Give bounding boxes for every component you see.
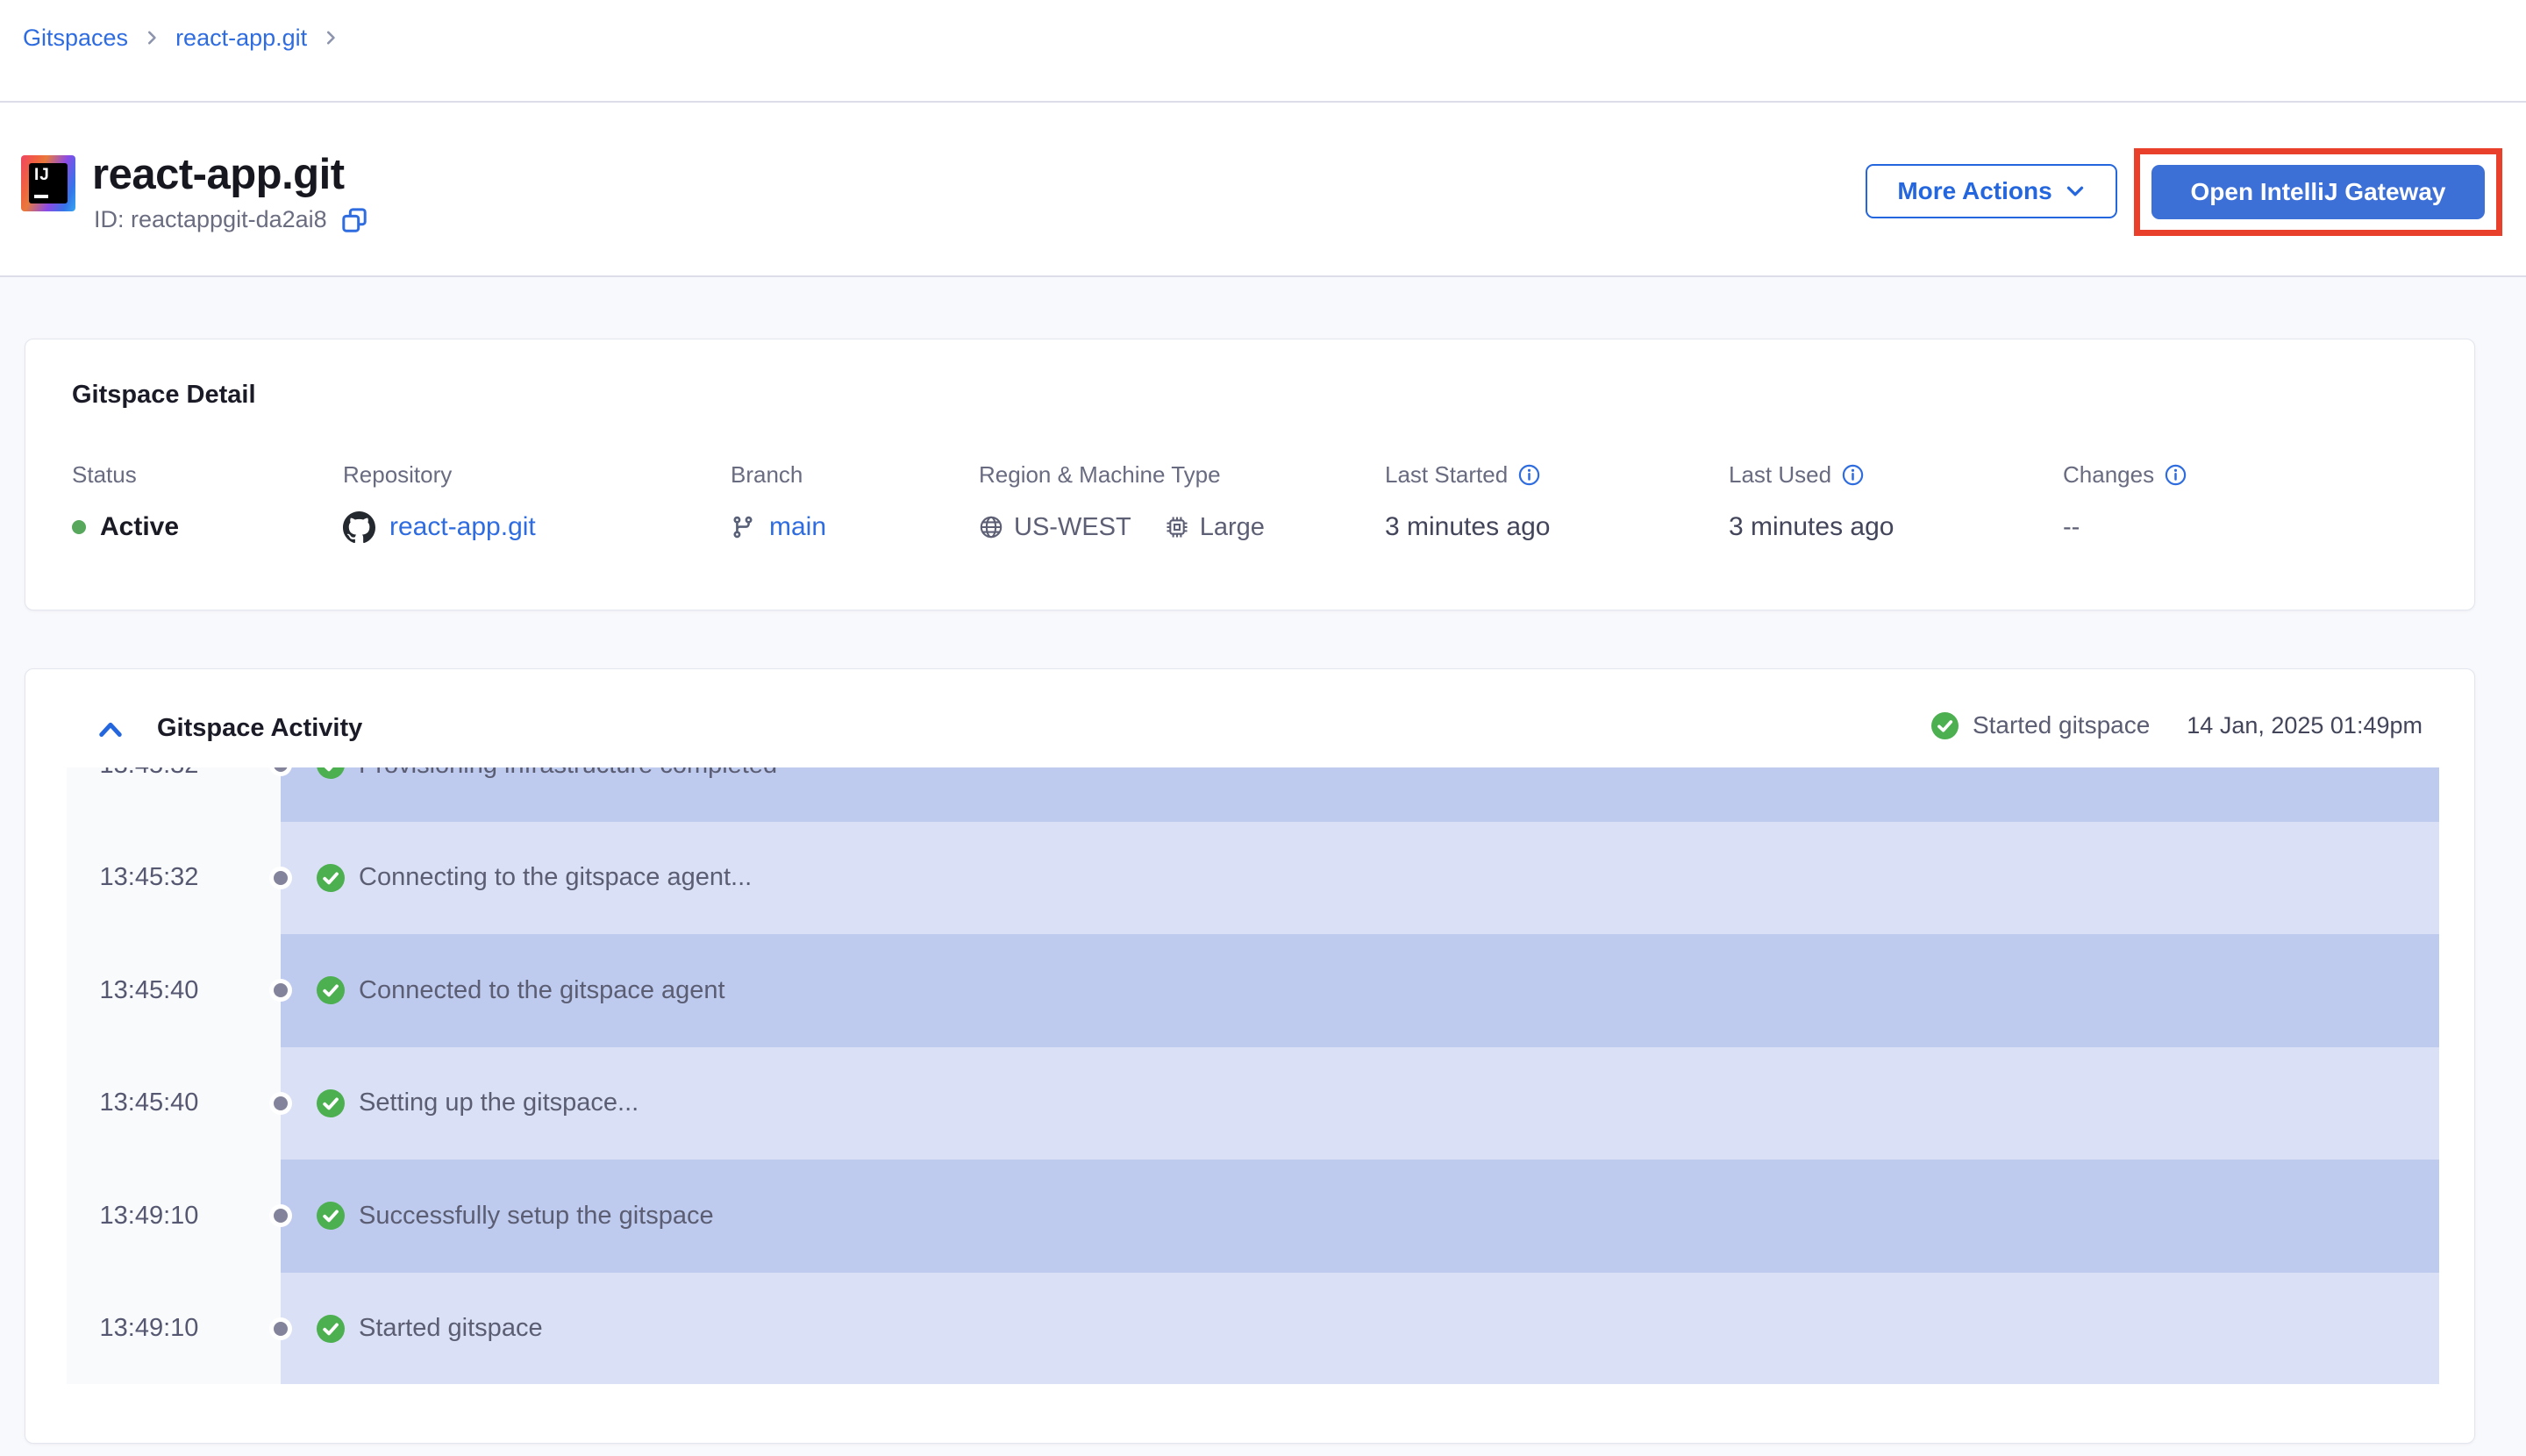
log-row: 13:49:10 Started gitspace — [67, 1273, 2439, 1385]
activity-log-viewport[interactable]: 13:45:32 Provisioning infrastructure com… — [67, 767, 2439, 1384]
changes-value: -- — [2063, 513, 2080, 542]
field-last-started: Last Started 3 minutes ago — [1385, 461, 1540, 489]
breadcrumb-link-react-app[interactable]: react-app.git — [175, 25, 307, 52]
info-icon[interactable] — [1518, 464, 1540, 486]
field-region-machine: Region & Machine Type US-WEST — [979, 461, 1221, 489]
activity-badge-time: 14 Jan, 2025 01:49pm — [2187, 712, 2423, 739]
field-changes: Changes -- — [2063, 461, 2187, 489]
log-row: 13:45:32 Connecting to the gitspace agen… — [67, 822, 2439, 935]
page-title: react-app.git — [92, 152, 345, 199]
detail-card-title: Gitspace Detail — [72, 381, 256, 410]
git-branch-icon — [731, 515, 755, 539]
log-text: Setting up the gitspace... — [359, 1088, 639, 1117]
check-circle-icon — [317, 976, 345, 1004]
open-intellij-gateway-button[interactable]: Open IntelliJ Gateway — [2151, 165, 2485, 219]
info-icon[interactable] — [1842, 464, 1864, 486]
gitspace-detail-card: Gitspace Detail Status Active Repository… — [25, 339, 2475, 610]
status-dot-icon — [72, 520, 86, 534]
copy-icon[interactable] — [341, 207, 367, 233]
chevron-up-icon[interactable] — [97, 717, 127, 740]
annotation-highlight-box: Open IntelliJ Gateway — [2134, 148, 2502, 236]
last-used-value: 3 minutes ago — [1729, 512, 1894, 542]
log-text: Successfully setup the gitspace — [359, 1202, 714, 1231]
cpu-icon — [1165, 515, 1189, 539]
intellij-logo-inner: IJ — [29, 163, 68, 203]
log-row: 13:45:40 Connected to the gitspace agent — [67, 934, 2439, 1047]
log-time: 13:45:32 — [100, 767, 199, 780]
log-time: 13:49:10 — [100, 1314, 199, 1343]
activity-log-content: 13:45:32 Provisioning infrastructure com… — [67, 767, 2439, 1384]
field-repository: Repository react-app.git — [343, 461, 452, 489]
status-value: Active — [100, 512, 179, 542]
log-row: 13:45:40 Setting up the gitspace... — [67, 1047, 2439, 1160]
region-machine-label: Region & Machine Type — [979, 461, 1221, 489]
breadcrumb-link-gitspaces[interactable]: Gitspaces — [23, 25, 128, 52]
chevron-down-icon — [2065, 181, 2086, 202]
info-icon[interactable] — [2165, 464, 2187, 486]
field-last-used: Last Used 3 minutes ago — [1729, 461, 1864, 489]
log-text: Started gitspace — [359, 1314, 543, 1343]
log-time: 13:49:10 — [100, 1202, 199, 1231]
gitspace-activity-card: Gitspace Activity Started gitspace 14 Ja… — [25, 668, 2475, 1444]
log-text: Connected to the gitspace agent — [359, 976, 725, 1005]
branch-link[interactable]: main — [769, 512, 826, 542]
more-actions-button[interactable]: More Actions — [1866, 164, 2117, 218]
activity-card-title: Gitspace Activity — [157, 714, 362, 743]
intellij-logo-icon: IJ — [21, 155, 75, 211]
last-started-value: 3 minutes ago — [1385, 512, 1550, 542]
timeline-dot-icon — [274, 1322, 288, 1336]
log-row: 13:45:32 Provisioning infrastructure com… — [67, 767, 2439, 822]
timeline-dot-icon — [274, 871, 288, 885]
machine-type-group: Large — [1165, 513, 1265, 542]
branch-label: Branch — [731, 461, 803, 489]
page-header: IJ react-app.git ID: reactappgit-da2ai8 … — [0, 103, 2526, 277]
intellij-logo-letters: IJ — [34, 166, 50, 185]
chevron-right-icon — [142, 28, 161, 47]
machine-value: Large — [1200, 513, 1265, 542]
region-value: US-WEST — [1014, 513, 1131, 542]
activity-badge-text: Started gitspace — [1973, 711, 2150, 739]
log-row: 13:49:10 Successfully setup the gitspace — [67, 1160, 2439, 1273]
log-text: Provisioning infrastructure completed — [359, 767, 777, 780]
field-branch: Branch main — [731, 461, 803, 489]
changes-label: Changes — [2063, 461, 2154, 489]
check-circle-icon — [317, 1315, 345, 1343]
status-label: Status — [72, 461, 137, 489]
log-time: 13:45:40 — [100, 1088, 199, 1117]
gitspace-id-text: ID: reactappgit-da2ai8 — [94, 206, 327, 233]
repository-label: Repository — [343, 461, 452, 489]
log-text: Connecting to the gitspace agent... — [359, 863, 752, 892]
top-bar: Gitspaces react-app.git — [0, 0, 2526, 103]
last-started-label: Last Started — [1385, 461, 1508, 489]
more-actions-label: More Actions — [1897, 177, 2051, 205]
breadcrumb: Gitspaces react-app.git — [23, 11, 340, 65]
check-circle-icon — [1931, 712, 1959, 739]
globe-icon — [979, 515, 1003, 539]
last-used-label: Last Used — [1729, 461, 1831, 489]
log-time: 13:45:40 — [100, 976, 199, 1005]
check-circle-icon — [317, 767, 345, 779]
activity-status-badge: Started gitspace 14 Jan, 2025 01:49pm — [1931, 711, 2423, 739]
intellij-logo-bar — [34, 195, 48, 198]
check-circle-icon — [317, 864, 345, 892]
repository-link[interactable]: react-app.git — [389, 512, 536, 542]
timeline-dot-icon — [274, 1096, 288, 1110]
check-circle-icon — [317, 1089, 345, 1117]
field-status: Status Active — [72, 461, 137, 489]
log-time: 13:45:32 — [100, 863, 199, 892]
check-circle-icon — [317, 1202, 345, 1230]
gitspace-detail-page: Gitspaces react-app.git IJ react-app.git… — [0, 0, 2526, 1456]
chevron-right-icon — [321, 28, 340, 47]
github-icon — [343, 511, 375, 544]
gitspace-id-row: ID: reactappgit-da2ai8 — [94, 206, 367, 233]
